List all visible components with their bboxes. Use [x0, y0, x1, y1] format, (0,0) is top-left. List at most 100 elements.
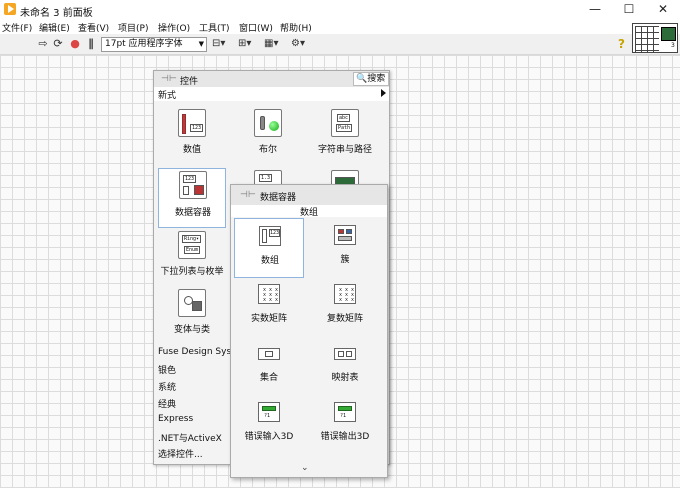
cluster-red-mark	[338, 229, 344, 234]
category-select-control[interactable]: 选择控件...	[158, 447, 203, 460]
palette-item-ring-enum[interactable]: Ring▾ Enum 下拉列表与枚举	[158, 229, 226, 285]
numeric-digits: 123	[190, 124, 204, 132]
map-value-mark	[346, 351, 352, 357]
error-out-icon: ?1	[334, 402, 356, 422]
reorder-icon[interactable]: ⚙▾	[291, 38, 305, 50]
palette-item-label: 下拉列表与枚举	[160, 267, 224, 277]
resize-objects-icon[interactable]: ▦▾	[264, 38, 278, 50]
enum-mark: Enum	[184, 246, 201, 254]
subpalette-item-real-matrix[interactable]: x x xx x xx x x 实数矩阵	[234, 277, 304, 335]
menu-bar: 文件(F) 编辑(E) 查看(V) 项目(P) 操作(O) 工具(T) 窗口(W…	[0, 20, 680, 34]
category-classic[interactable]: 经典	[158, 397, 176, 410]
connector-pane-icon	[635, 26, 659, 52]
align-objects-icon[interactable]: ⊟▾	[212, 38, 225, 50]
subpalette-item-set[interactable]: 集合	[234, 336, 304, 394]
subpalette-item-label: 错误输出3D	[320, 432, 370, 442]
palette-item-data-container[interactable]: 123 数据容器	[158, 168, 226, 228]
category-express[interactable]: Express	[158, 414, 193, 424]
cluster-gray-mark	[338, 236, 352, 241]
status-mark	[338, 406, 352, 411]
path-mark: Path	[336, 124, 353, 132]
slider-mark	[182, 114, 186, 134]
menu-tools[interactable]: 工具(T)	[199, 21, 230, 34]
menu-window[interactable]: 窗口(W)	[239, 21, 273, 34]
subpalette-item-label: 簇	[340, 255, 350, 265]
pin-icon[interactable]: ⊣⊢	[240, 190, 256, 200]
subpalette-item-cluster[interactable]: 簇	[310, 218, 380, 276]
vi-icon-number: 3	[671, 42, 675, 49]
vi-icon[interactable]: 3	[632, 23, 678, 53]
font-select[interactable]: 17pt 应用程序字体 ▼	[101, 37, 207, 52]
error-in-icon: ?1	[258, 402, 280, 422]
menu-edit[interactable]: 编辑(E)	[39, 21, 70, 34]
subpalette-item-map[interactable]: 映射表	[310, 336, 380, 394]
subpalette-hover-label: 数组	[231, 205, 387, 218]
class-mark	[192, 301, 202, 311]
menu-help[interactable]: 帮助(H)	[280, 21, 312, 34]
pause-icon[interactable]: ∥	[84, 38, 98, 50]
subpalette-header: ⊣⊢ 数据容器	[231, 185, 387, 205]
numeric-icon: 123	[178, 109, 206, 137]
category-system[interactable]: 系统	[158, 380, 176, 393]
category-silver[interactable]: 银色	[158, 363, 176, 376]
chevron-down-icon: ▼	[198, 40, 204, 48]
abort-icon[interactable]: ●	[68, 38, 82, 50]
toggle-mark	[260, 116, 265, 130]
variant-class-icon	[178, 289, 206, 317]
map-icon	[334, 348, 356, 360]
context-help-icon[interactable]: ?	[618, 37, 625, 51]
hidden-digits: 1.3	[259, 174, 273, 182]
menu-project[interactable]: 项目(P)	[118, 21, 148, 34]
minimize-button[interactable]: —	[578, 0, 612, 20]
search-label: 搜索	[367, 74, 386, 84]
ring-enum-icon: Ring▾ Enum	[178, 231, 206, 259]
matrix-dots: x x xx x xx x x	[339, 287, 355, 303]
palette-item-boolean[interactable]: 布尔	[234, 107, 302, 163]
index-mark	[183, 186, 189, 195]
palette-item-string-path[interactable]: abc Path 字符串与路径	[311, 107, 379, 163]
category-dotnet-activex[interactable]: .NET与ActiveX	[158, 431, 222, 444]
subpalette-item-error-in-3d[interactable]: ?1 错误输入3D	[234, 395, 304, 453]
subpalette-item-array[interactable]: 123 数组	[234, 218, 304, 278]
subpalette-item-complex-matrix[interactable]: x x xx x xx x x 复数矩阵	[310, 277, 380, 335]
palette-item-label: 变体与类	[173, 325, 210, 335]
data-container-icon: 123	[179, 171, 207, 199]
run-arrow-icon[interactable]: ⇨	[36, 38, 50, 50]
subpalette-item-label: 实数矩阵	[250, 314, 287, 324]
cluster-mark	[194, 185, 204, 195]
status-mark	[262, 406, 276, 411]
maximize-button[interactable]: ☐	[612, 0, 646, 20]
subpalette-item-label: 错误输入3D	[244, 432, 294, 442]
menu-file[interactable]: 文件(F)	[2, 21, 32, 34]
array-digits: 123	[269, 229, 281, 237]
subpalette-item-error-out-3d[interactable]: ?1 错误输出3D	[310, 395, 380, 453]
led-mark	[269, 121, 279, 131]
subcategory-label: 新式	[158, 91, 177, 101]
palette-subcategory[interactable]: 新式	[154, 87, 389, 101]
subpalette-item-label: 映射表	[331, 373, 359, 383]
window-title: 未命名 3 前面板	[20, 8, 93, 19]
close-button[interactable]: ✕	[646, 0, 680, 20]
title-bar: 未命名 3 前面板 — ☐ ✕	[0, 0, 680, 20]
cluster-icon	[334, 225, 356, 245]
palette-title: 控件	[180, 77, 199, 87]
vi-image-icon	[661, 27, 676, 41]
palette-item-label: 数值	[182, 145, 201, 155]
distribute-objects-icon[interactable]: ⊞▾	[238, 38, 251, 50]
run-continuously-icon[interactable]: ⟳	[51, 38, 65, 50]
error-code-mark: ?1	[340, 413, 347, 419]
pin-icon[interactable]: ⊣⊢	[161, 74, 177, 84]
palette-header: ⊣⊢ 控件 🔍搜索	[154, 71, 389, 87]
palette-item-numeric[interactable]: 123 数值	[158, 107, 226, 163]
search-button[interactable]: 🔍搜索	[353, 72, 389, 86]
menu-operate[interactable]: 操作(O)	[158, 21, 190, 34]
menu-view[interactable]: 查看(V)	[78, 21, 109, 34]
boolean-icon	[254, 109, 282, 137]
font-select-value: 17pt 应用程序字体	[105, 39, 183, 49]
more-items-icon[interactable]: ⌄	[301, 463, 309, 473]
data-container-subpalette: ⊣⊢ 数据容器 数组 123 数组 簇 x x xx x xx x x 实数矩阵…	[230, 184, 388, 478]
palette-item-variant-class[interactable]: 变体与类	[158, 287, 226, 343]
error-code-mark: ?1	[264, 413, 271, 419]
real-matrix-icon: x x xx x xx x x	[258, 284, 280, 304]
search-icon: 🔍	[356, 74, 368, 84]
